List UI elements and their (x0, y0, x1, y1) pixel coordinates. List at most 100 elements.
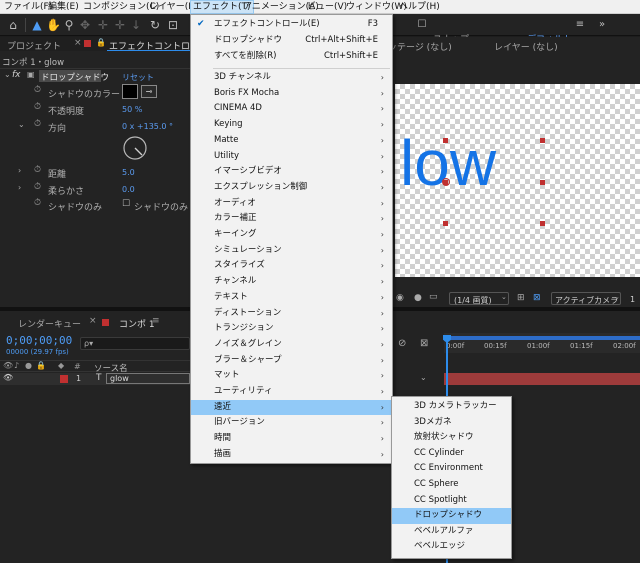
tab-layer[interactable]: レイヤー (なし) (494, 40, 558, 53)
menu-item-transition[interactable]: トランジション › (191, 321, 392, 336)
tab-project[interactable]: プロジェクト (7, 39, 61, 52)
layer-handle[interactable] (540, 221, 545, 226)
effect-settings-icon[interactable]: ▣ (27, 70, 35, 79)
transparency-grid-icon[interactable]: ⊠ (533, 293, 541, 303)
anchor-point-icon[interactable] (442, 178, 450, 186)
rotate-tool-icon[interactable]: ↻ (148, 18, 162, 32)
menu-item-drop-shadow-recent[interactable]: ドロップシャドウ Ctrl+Alt+Shift+E (191, 33, 392, 48)
stopwatch-icon[interactable]: ⏱ (34, 85, 41, 95)
shadow-color-swatch[interactable] (122, 84, 138, 99)
softness-value[interactable]: 0.0 (122, 185, 135, 194)
tab-footage[interactable]: ッテージ (なし) (388, 40, 452, 53)
audio-icon[interactable]: ♪ (14, 361, 19, 370)
chevron-right-icon[interactable]: » (595, 18, 609, 32)
expand-arrow-icon[interactable]: › (18, 183, 21, 192)
anchor-tool-icon[interactable]: ⊡ (166, 18, 180, 32)
chevron-down-icon[interactable]: ⌄ (420, 373, 427, 382)
expand-arrow-icon[interactable]: ⌄ (4, 70, 11, 79)
stopwatch-icon[interactable]: ⏱ (34, 165, 41, 175)
fx-icon[interactable]: fx (12, 70, 21, 80)
region-icon[interactable]: ▭ (429, 292, 438, 302)
menu-item-matte-en[interactable]: Matte › (191, 133, 392, 148)
submenu-item-bevel-alpha[interactable]: ベベルアルファ (392, 524, 511, 540)
work-area-range[interactable] (444, 336, 640, 340)
camera-tool-icon[interactable]: ✥ (78, 18, 92, 32)
lock-icon[interactable]: 🔒 (96, 38, 106, 47)
stopwatch-icon[interactable]: ⏱ (34, 182, 41, 192)
submenu-item-bevel-edges[interactable]: ベベルエッジ (392, 539, 511, 555)
menu-item-effect-controls[interactable]: ✔ エフェクトコントロール(E) F3 (191, 17, 392, 32)
menu-item-keying[interactable]: キーイング › (191, 227, 392, 242)
motion-blur-icon[interactable]: ⊠ (420, 338, 428, 349)
submenu-item-3d-camera-tracker[interactable]: 3D カメラトラッカー (392, 399, 511, 415)
menu-item-cinema-4d[interactable]: CINEMA 4D › (191, 101, 392, 116)
menu-help[interactable]: ヘルプ(H) (397, 0, 442, 14)
menu-item-blur-sharpen[interactable]: ブラー＆シャープ › (191, 353, 392, 368)
direction-value[interactable]: 0 x +135.0 ° (122, 122, 173, 131)
menu-item-obsolete[interactable]: 旧バージョン › (191, 415, 392, 430)
menu-item-3d-channel[interactable]: 3D チャンネル › (191, 70, 392, 85)
tab-comp[interactable]: コンポ 1 (119, 317, 155, 330)
submenu-item-cc-spotlight[interactable]: CC Spotlight (392, 493, 511, 509)
solo-icon[interactable]: ● (25, 361, 32, 370)
zoom-tool-icon[interactable]: ⚲ (62, 18, 76, 32)
layer-duration-bar[interactable] (444, 373, 640, 385)
menu-item-text[interactable]: テキスト › (191, 290, 392, 305)
layer-handle[interactable] (443, 138, 448, 143)
orbit-tool-icon[interactable]: ✛ (96, 18, 110, 32)
effect-name[interactable]: ドロップシャドウ (41, 71, 109, 83)
menu-item-channel[interactable]: チャンネル › (191, 274, 392, 289)
menu-view[interactable]: ビュー(V) (305, 0, 349, 14)
submenu-item-cc-environment[interactable]: CC Environment (392, 461, 511, 477)
label-tag-icon[interactable]: ◆ (58, 361, 64, 370)
dolly-tool-icon[interactable]: ↓ (129, 18, 143, 32)
eye-icon[interactable]: 👁 (3, 373, 13, 382)
menu-edit[interactable]: 編集(E) (46, 0, 81, 14)
stopwatch-icon[interactable]: ⏱ (34, 119, 41, 129)
angle-dial[interactable] (122, 135, 148, 161)
menu-item-expression-controls[interactable]: エクスプレッション制御 › (191, 180, 392, 195)
checkbox-icon[interactable]: ☐ (122, 199, 130, 209)
grid-icon[interactable]: ⊞ (517, 293, 525, 303)
menu-item-utility-en[interactable]: Utility › (191, 149, 392, 164)
submenu-item-radial-shadow[interactable]: 放射状シャドウ (392, 430, 511, 446)
menu-item-perspective[interactable]: 遠近 › (191, 399, 392, 415)
menu-item-remove-all[interactable]: すべてを削除(R) Ctrl+Shift+E (191, 49, 392, 64)
eye-icon[interactable]: 👁 (3, 361, 13, 370)
selection-tool-icon[interactable]: ▲ (30, 18, 44, 32)
menu-item-distortion[interactable]: ディストーション › (191, 306, 392, 321)
submenu-item-cc-cylinder[interactable]: CC Cylinder (392, 446, 511, 462)
menu-item-keying-en[interactable]: Keying › (191, 117, 392, 132)
hamburger-icon[interactable]: ≡ (152, 316, 160, 326)
close-icon[interactable]: × (89, 316, 97, 326)
hand-tool-icon[interactable]: ✋ (46, 18, 61, 32)
submenu-item-cc-sphere[interactable]: CC Sphere (392, 477, 511, 493)
timecode[interactable]: 0;00;00;00 (6, 334, 72, 347)
graph-editor-icon[interactable]: ⊘ (398, 338, 406, 349)
expand-arrow-icon[interactable]: › (18, 166, 21, 175)
layer-handle[interactable] (443, 221, 448, 226)
snapshot-icon[interactable]: ◉ (396, 293, 404, 303)
layer-handle[interactable] (540, 138, 545, 143)
submenu-item-3d-glasses[interactable]: 3Dメガネ (392, 415, 511, 431)
close-icon[interactable]: × (74, 38, 82, 48)
home-icon[interactable]: ⌂ (6, 18, 20, 32)
reset-link[interactable]: リセット (122, 72, 154, 83)
menu-item-simulation[interactable]: シミュレーション › (191, 243, 392, 258)
stopwatch-icon[interactable]: ⏱ (34, 198, 41, 208)
layer-label-color[interactable] (60, 375, 68, 383)
menu-item-noise-grain[interactable]: ノイズ＆グレイン › (191, 337, 392, 352)
menu-item-time[interactable]: 時間 › (191, 431, 392, 446)
menu-item-utility[interactable]: ユーティリティ › (191, 384, 392, 399)
lock-icon[interactable]: 🔒 (36, 361, 46, 370)
color-channel-icon[interactable]: ● (414, 293, 422, 303)
tab-render-queue[interactable]: レンダーキュー (18, 317, 81, 330)
menu-item-matte[interactable]: マット › (191, 368, 392, 383)
submenu-item-drop-shadow[interactable]: ドロップシャドウ (392, 508, 511, 524)
menu-item-generate[interactable]: 描画 › (191, 447, 392, 462)
stopwatch-icon[interactable]: ⏱ (34, 102, 41, 112)
expand-arrow-icon[interactable]: ⌄ (18, 120, 25, 129)
menu-item-color-correction[interactable]: カラー補正 › (191, 211, 392, 226)
views-value[interactable]: 1 (630, 295, 635, 304)
layer-search-input[interactable] (80, 337, 190, 350)
